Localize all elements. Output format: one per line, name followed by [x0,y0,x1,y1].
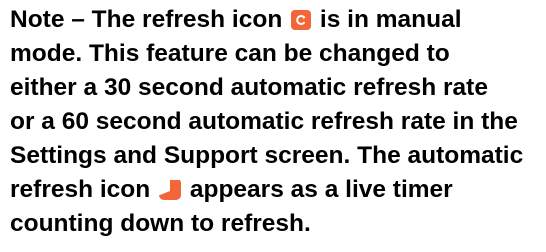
timer-glyph-icon [159,178,182,200]
note-paragraph: Note – The refresh icon is in manual mod… [10,0,546,238]
note-text: is in manual [313,6,462,33]
note-line-6: refresh icon appears as a live timer [10,170,546,204]
note-text: Note – The refresh icon [10,6,290,33]
refresh-glyph-icon [296,15,306,25]
note-line-7: counting down to refresh. [10,210,311,237]
note-text: refresh icon [10,176,158,203]
note-line-5: Settings and Support screen. The automat… [10,142,524,169]
note-line-2: mode. This feature can be changed to [10,40,450,67]
refresh-icon [291,10,312,30]
note-line-3: either a 30 second automatic refresh rat… [10,74,488,101]
note-text: appears as a live timer [183,176,453,203]
timer-icon [159,178,182,200]
auto-refresh-icon-wrapper [159,176,182,210]
manual-refresh-icon-wrapper [291,6,312,40]
note-line-4: or a 60 second automatic refresh rate in… [10,108,518,135]
note-line-1: Note – The refresh icon is in manual [10,0,546,34]
